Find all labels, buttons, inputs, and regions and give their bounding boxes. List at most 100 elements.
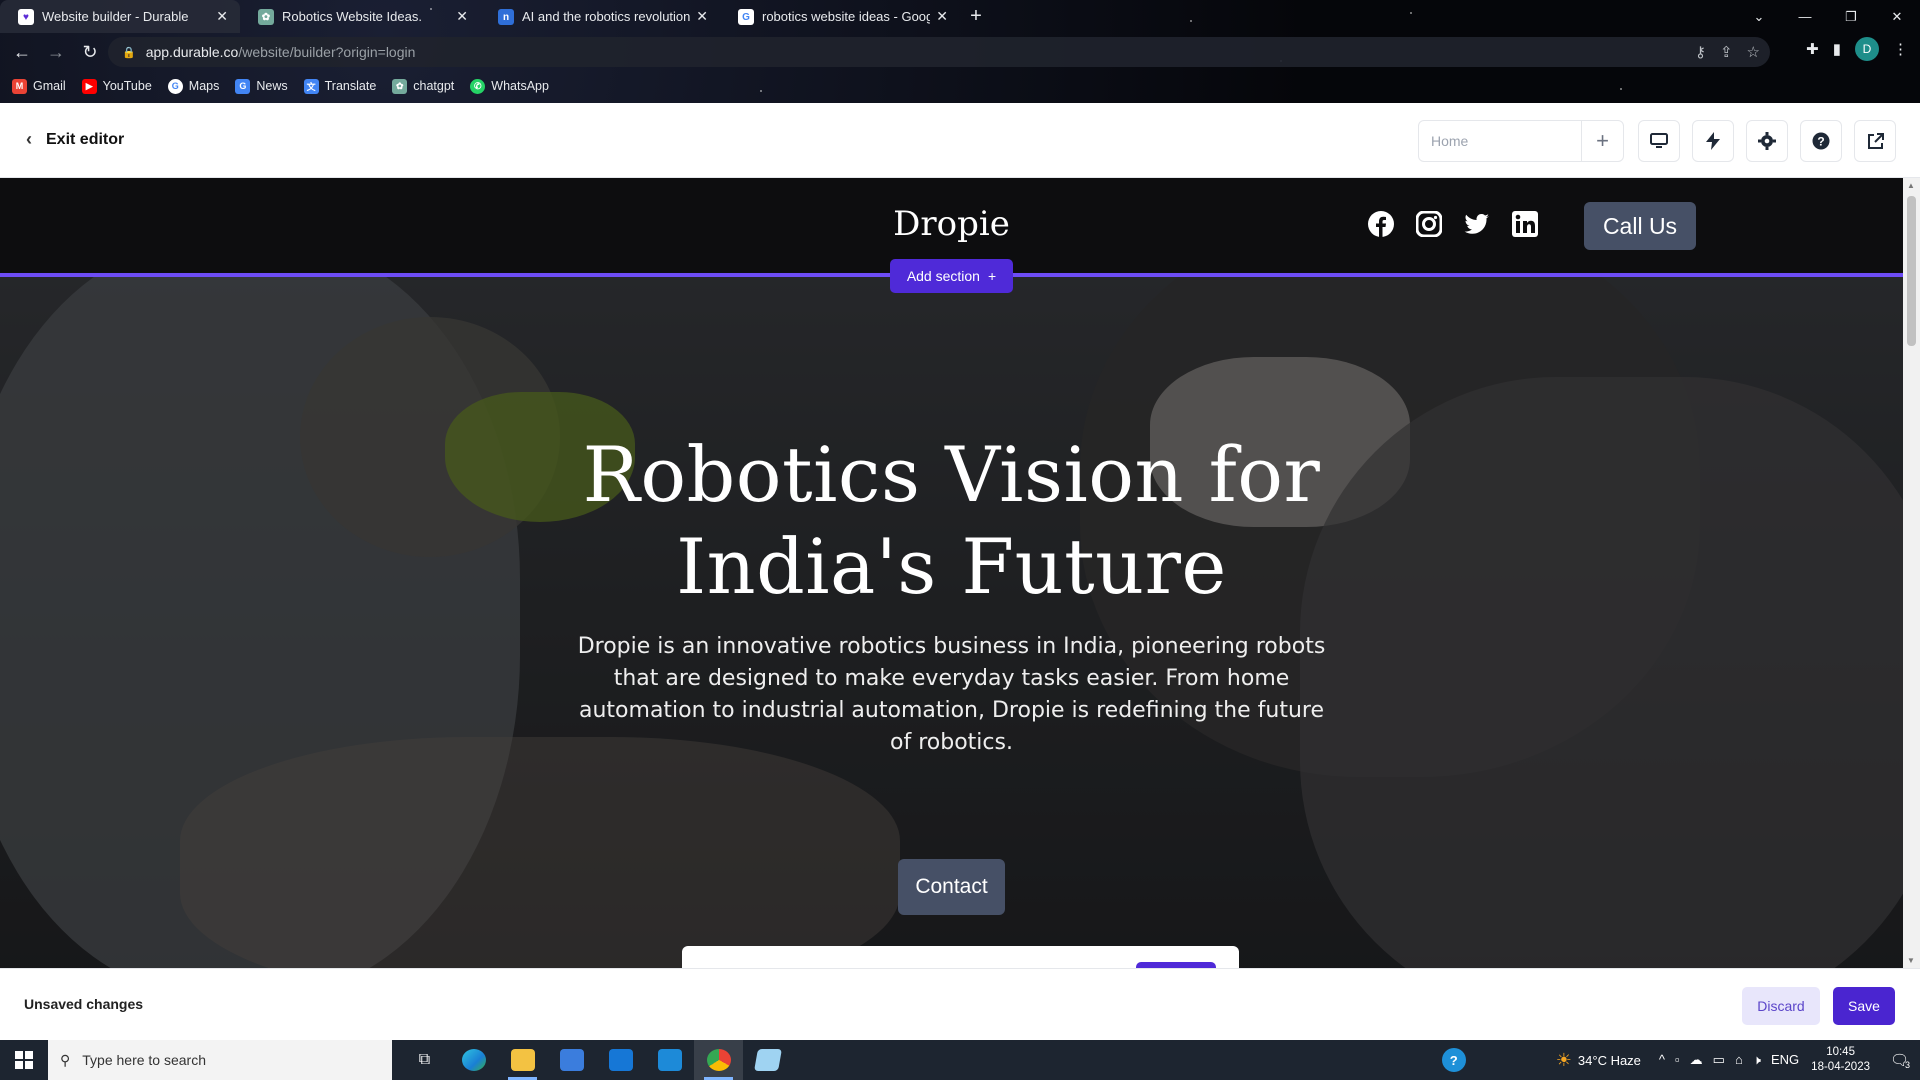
scroll-up-arrow-icon[interactable]: ▲: [1907, 181, 1915, 190]
ai-tools-button[interactable]: [1692, 120, 1734, 162]
bookmark-whatsapp[interactable]: ✆ WhatsApp: [470, 78, 549, 94]
search-icon: ⚲: [60, 1051, 71, 1068]
open-site-button[interactable]: [1854, 120, 1896, 162]
social-links: [1368, 211, 1538, 237]
save-button[interactable]: Save: [1833, 987, 1895, 1025]
chrome-app[interactable]: [694, 1040, 743, 1080]
help-button[interactable]: ?: [1800, 120, 1842, 162]
call-us-button[interactable]: Call Us: [1584, 202, 1696, 250]
exit-editor-button[interactable]: ‹ Exit editor: [26, 129, 124, 150]
add-page-button[interactable]: +: [1581, 121, 1623, 161]
plus-icon: +: [987, 268, 997, 284]
close-icon[interactable]: ✕: [696, 8, 708, 25]
bookmark-youtube[interactable]: ▶ YouTube: [81, 78, 152, 94]
mail-app[interactable]: [596, 1040, 645, 1080]
back-arrow-icon[interactable]: ←: [6, 36, 38, 68]
chevron-left-icon: ‹: [26, 129, 32, 149]
puzzle-extensions-icon[interactable]: ✚: [1806, 40, 1819, 58]
mcafee-app[interactable]: [645, 1040, 694, 1080]
onedrive-cloud-icon[interactable]: ☁: [1690, 1052, 1703, 1068]
bookmark-news[interactable]: G News: [235, 78, 288, 94]
browser-chrome: ♥ Website builder - Durable ✕ ✿ Robotics…: [0, 0, 1920, 103]
hero-section[interactable]: Robotics Vision for India's Future Dropi…: [0, 277, 1903, 968]
browser-tab[interactable]: G robotics website ideas - Google ✕: [720, 0, 960, 33]
save-bar: Unsaved changes Discard Save: [0, 968, 1920, 1040]
scrollbar[interactable]: ▲ ▼: [1903, 178, 1920, 968]
tab-search-icon[interactable]: ⌄: [1736, 0, 1782, 33]
settings-button[interactable]: [1746, 120, 1788, 162]
close-icon[interactable]: ✕: [936, 8, 948, 25]
bookmark-label: WhatsApp: [491, 79, 549, 93]
durable-icon: ♥: [18, 9, 34, 25]
store-app[interactable]: [547, 1040, 596, 1080]
taskbar-search[interactable]: ⚲ Type here to search: [48, 1040, 392, 1080]
instagram-icon[interactable]: [1416, 211, 1442, 237]
network-icon[interactable]: ⌂: [1735, 1052, 1743, 1068]
star-bookmark-icon[interactable]: ☆: [1747, 43, 1760, 61]
twitter-icon[interactable]: [1464, 211, 1490, 237]
browser-tab[interactable]: n AI and the robotics revolution W ✕: [480, 0, 720, 33]
linkedin-icon[interactable]: [1512, 211, 1538, 237]
meet-icon[interactable]: ▫: [1675, 1052, 1680, 1068]
notification-center-button[interactable]: 🗨 3: [1880, 1040, 1920, 1080]
battery-icon[interactable]: ▭: [1713, 1052, 1725, 1068]
side-panel-icon[interactable]: ▮: [1833, 40, 1841, 58]
kebab-menu-icon[interactable]: ⋮: [1893, 40, 1908, 58]
new-tab-button[interactable]: +: [960, 0, 992, 33]
windows-logo-icon: [15, 1051, 33, 1069]
editor-toolbar: ‹ Exit editor Home + ?: [0, 103, 1920, 178]
start-button[interactable]: [0, 1040, 48, 1080]
news-icon: G: [235, 78, 251, 94]
language-indicator[interactable]: ENG: [1771, 1052, 1799, 1068]
avatar[interactable]: D: [1855, 37, 1879, 61]
task-view-button[interactable]: ⧉: [400, 1040, 449, 1080]
hero-subtitle[interactable]: Dropie is an innovative robotics busines…: [570, 631, 1333, 759]
bookmark-maps[interactable]: G Maps: [167, 78, 219, 94]
address-bar[interactable]: 🔒 app.durable.co/website/builder?origin=…: [108, 37, 1770, 67]
share-icon[interactable]: ⇪: [1720, 43, 1733, 61]
bookmark-gmail[interactable]: M Gmail: [12, 78, 66, 94]
browser-tab[interactable]: ♥ Website builder - Durable ✕: [0, 0, 240, 33]
scrollbar-thumb[interactable]: [1907, 196, 1916, 346]
notes-app[interactable]: [743, 1040, 792, 1080]
volume-muted-icon[interactable]: 🕨: [1753, 1052, 1761, 1068]
notepad-icon: [753, 1049, 782, 1071]
edge-app[interactable]: [449, 1040, 498, 1080]
discard-button[interactable]: Discard: [1742, 987, 1820, 1025]
contact-button[interactable]: Contact: [898, 859, 1005, 915]
tab-label: Website builder - Durable: [42, 9, 189, 24]
weather-widget[interactable]: ☀ 34°C Haze: [1556, 1050, 1641, 1071]
bookmark-translate[interactable]: 文 Translate: [303, 78, 376, 94]
clock[interactable]: 10:45 18-04-2023: [1811, 1045, 1870, 1075]
lock-icon: 🔒: [122, 46, 136, 59]
hero-title[interactable]: Robotics Vision for India's Future: [0, 429, 1903, 613]
file-explorer-app[interactable]: [498, 1040, 547, 1080]
close-window-button[interactable]: ✕: [1874, 0, 1920, 33]
add-section-button[interactable]: Add section +: [890, 259, 1013, 293]
close-icon[interactable]: ✕: [456, 8, 468, 25]
svg-text:?: ?: [1817, 135, 1824, 149]
youtube-icon: ▶: [81, 78, 97, 94]
restore-button[interactable]: ❐: [1828, 0, 1874, 33]
star-decoration: [1620, 88, 1622, 90]
browser-tab[interactable]: ✿ Robotics Website Ideas. ✕: [240, 0, 480, 33]
key-icon[interactable]: ⚷: [1695, 43, 1706, 61]
scroll-down-arrow-icon[interactable]: ▼: [1907, 956, 1915, 965]
close-icon[interactable]: ✕: [216, 8, 228, 25]
desktop-preview-button[interactable]: [1638, 120, 1680, 162]
bookmark-chatgpt[interactable]: ✿ chatgpt: [392, 78, 454, 94]
reload-icon[interactable]: ↻: [74, 36, 106, 68]
system-tray: ? ☀ 34°C Haze ^ ▫ ☁ ▭ ⌂ 🕨 ENG 10:45 18-0…: [1441, 1040, 1920, 1080]
chatgpt-icon: ✿: [258, 9, 274, 25]
facebook-icon[interactable]: [1368, 211, 1394, 237]
help-question-icon[interactable]: ?: [1441, 1048, 1466, 1072]
question-circle-icon: ?: [1812, 132, 1830, 150]
tab-strip: ♥ Website builder - Durable ✕ ✿ Robotics…: [0, 0, 1920, 33]
page-select-input[interactable]: Home: [1419, 133, 1581, 149]
minimize-button[interactable]: —: [1782, 0, 1828, 33]
page-selector[interactable]: Home +: [1418, 120, 1624, 162]
chevron-up-icon[interactable]: ^: [1659, 1052, 1665, 1068]
unsaved-changes-label: Unsaved changes: [24, 996, 144, 1012]
forward-arrow-icon[interactable]: →: [40, 36, 72, 68]
google-icon: G: [738, 9, 754, 25]
